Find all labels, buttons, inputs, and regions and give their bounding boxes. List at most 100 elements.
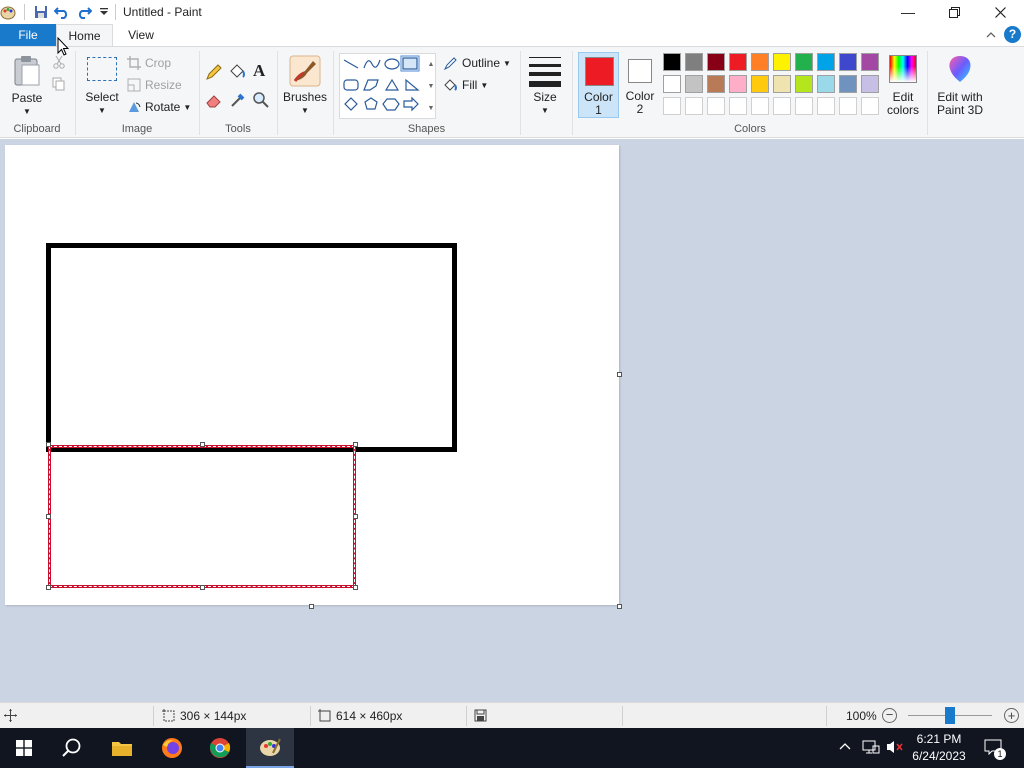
zoom-slider-thumb[interactable]: [945, 707, 955, 724]
palette-swatch[interactable]: [751, 53, 769, 71]
shapes-scroll[interactable]: ▲ ▼ ▼: [426, 53, 436, 119]
shape-handle-bl[interactable]: [46, 585, 51, 590]
shape-handle-tr[interactable]: [353, 442, 358, 447]
undo-icon[interactable]: [53, 3, 71, 21]
palette-swatch-empty[interactable]: [795, 97, 813, 115]
fill-button[interactable]: Fill ▼: [443, 77, 488, 93]
palette-swatch[interactable]: [839, 75, 857, 93]
palette-swatch[interactable]: [663, 53, 681, 71]
palette-swatch[interactable]: [861, 53, 879, 71]
palette-swatch[interactable]: [795, 53, 813, 71]
start-button[interactable]: [0, 728, 48, 768]
palette-swatch[interactable]: [685, 75, 703, 93]
palette-swatch-empty[interactable]: [839, 97, 857, 115]
maximize-button[interactable]: [931, 0, 977, 24]
clock-date[interactable]: 6/24/2023: [908, 749, 970, 763]
outline-button[interactable]: Outline ▼: [443, 55, 511, 71]
clock-time[interactable]: 6:21 PM: [908, 732, 970, 746]
brushes-button[interactable]: Brushes ▼: [282, 53, 328, 117]
palette-swatch-empty[interactable]: [685, 97, 703, 115]
color1-button[interactable]: Color 1: [578, 52, 619, 118]
palette-swatch-empty[interactable]: [751, 97, 769, 115]
close-button[interactable]: [977, 0, 1023, 24]
taskbar-paint-active[interactable]: [246, 728, 294, 768]
fill-bucket-icon[interactable]: [228, 63, 246, 84]
tab-file[interactable]: File: [0, 24, 56, 46]
expand-gallery-icon[interactable]: ▼: [428, 105, 435, 112]
eraser-icon[interactable]: [205, 91, 223, 112]
palette-swatch[interactable]: [751, 75, 769, 93]
magnifier-icon[interactable]: [252, 91, 270, 112]
redo-icon[interactable]: [75, 3, 93, 21]
edit-with-paint3d-button[interactable]: Edit with Paint 3D: [932, 52, 988, 118]
scroll-up-icon[interactable]: ▲: [428, 61, 435, 68]
brushes-label: Brushes: [282, 90, 328, 104]
shape-handle-tm[interactable]: [200, 442, 205, 447]
volume-muted-icon[interactable]: [886, 739, 904, 758]
zoom-out-button[interactable]: −: [882, 708, 897, 723]
palette-swatch[interactable]: [663, 75, 681, 93]
palette-swatch[interactable]: [707, 75, 725, 93]
help-icon[interactable]: ?: [1004, 26, 1021, 43]
edit-colors-label-line2: colors: [886, 103, 919, 117]
minimize-button[interactable]: —: [885, 0, 931, 24]
palette-swatch[interactable]: [707, 53, 725, 71]
search-button[interactable]: [48, 728, 96, 768]
shape-handle-mr[interactable]: [353, 514, 358, 519]
customize-dropdown-icon[interactable]: [95, 3, 113, 21]
taskbar-file-explorer[interactable]: [98, 728, 146, 768]
palette-swatch[interactable]: [773, 75, 791, 93]
cut-icon[interactable]: [52, 55, 66, 72]
palette-swatch-empty[interactable]: [729, 97, 747, 115]
palette-swatch[interactable]: [839, 53, 857, 71]
edit-colors-button[interactable]: Edit colors: [884, 52, 922, 118]
save-icon[interactable]: [32, 3, 50, 21]
canvas-resize-handle-right[interactable]: [617, 372, 622, 377]
palette-swatch-empty[interactable]: [773, 97, 791, 115]
taskbar-chrome[interactable]: [196, 728, 244, 768]
canvas-resize-handle-bottom[interactable]: [309, 604, 314, 609]
size-button[interactable]: Size ▼: [526, 53, 564, 117]
palette-swatch[interactable]: [729, 75, 747, 93]
palette-swatch-empty[interactable]: [707, 97, 725, 115]
taskbar-firefox[interactable]: [148, 728, 196, 768]
zoom-in-button[interactable]: +: [1004, 708, 1019, 723]
palette-swatch[interactable]: [861, 75, 879, 93]
paint-app-icon[interactable]: [0, 3, 16, 21]
palette-swatch[interactable]: [685, 53, 703, 71]
rotate-button[interactable]: Rotate ▼: [127, 99, 191, 115]
collapse-ribbon-icon[interactable]: [986, 28, 996, 42]
palette-swatch-empty[interactable]: [817, 97, 835, 115]
crop-button[interactable]: Crop: [127, 55, 171, 71]
color-picker-icon[interactable]: [229, 91, 247, 112]
palette-swatch-empty[interactable]: [861, 97, 879, 115]
palette-swatch[interactable]: [729, 53, 747, 71]
copy-icon[interactable]: [52, 77, 66, 94]
palette-swatch[interactable]: [817, 75, 835, 93]
text-tool-icon[interactable]: A: [253, 61, 265, 81]
tab-view[interactable]: View: [113, 24, 169, 46]
palette-swatch[interactable]: [773, 53, 791, 71]
palette-swatch[interactable]: [817, 53, 835, 71]
network-icon[interactable]: [862, 739, 880, 758]
drawn-red-rectangle[interactable]: [48, 445, 356, 588]
shape-handle-ml[interactable]: [46, 514, 51, 519]
select-button[interactable]: Select ▼: [82, 53, 122, 117]
canvas-resize-handle-corner[interactable]: [617, 604, 622, 609]
shape-handle-bm[interactable]: [200, 585, 205, 590]
resize-button[interactable]: Resize: [127, 77, 182, 93]
color2-button[interactable]: Color 2: [621, 52, 659, 118]
canvas-size-icon: [318, 709, 331, 725]
shape-handle-tl[interactable]: [46, 442, 51, 447]
scroll-down-icon[interactable]: ▼: [428, 83, 435, 90]
paste-button[interactable]: Paste ▼: [8, 53, 46, 117]
show-hidden-icons[interactable]: [839, 740, 851, 754]
pencil-icon[interactable]: [205, 63, 223, 84]
palette-swatch-empty[interactable]: [663, 97, 681, 115]
clipboard-group-label: Clipboard: [13, 123, 61, 135]
drawing-canvas[interactable]: [5, 145, 619, 605]
rotate-icon: [129, 102, 141, 112]
canvas-workspace[interactable]: [0, 139, 1024, 702]
palette-swatch[interactable]: [795, 75, 813, 93]
shape-handle-br[interactable]: [353, 585, 358, 590]
